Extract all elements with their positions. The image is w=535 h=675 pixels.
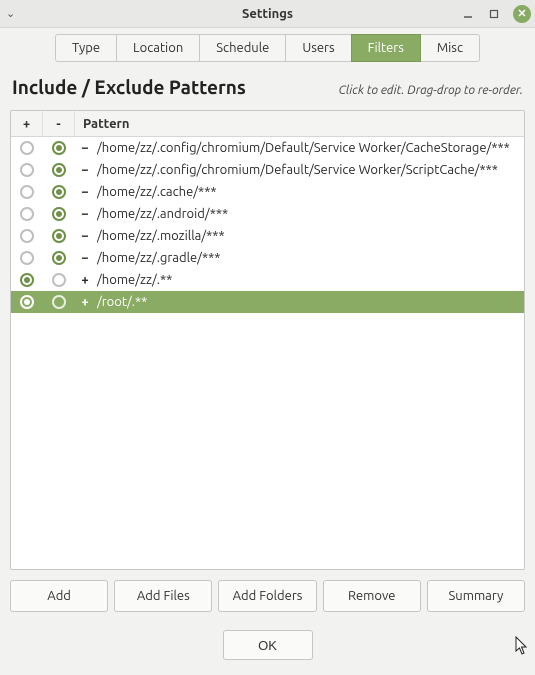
include-radio[interactable] — [20, 185, 34, 199]
pattern-sign: − — [79, 229, 91, 243]
remove-button[interactable]: Remove — [323, 580, 421, 612]
pattern-path: /home/zz/.mozilla/*** — [97, 229, 225, 243]
tab-misc[interactable]: Misc — [420, 34, 480, 62]
tab-type[interactable]: Type — [55, 34, 117, 62]
ok-button[interactable]: OK — [223, 630, 313, 660]
exclude-radio[interactable] — [52, 251, 66, 265]
column-header-exclude[interactable]: - — [43, 111, 75, 136]
hint-text: Click to edit. Drag-drop to re-order. — [338, 84, 523, 97]
include-radio[interactable] — [20, 207, 34, 221]
minimize-button[interactable] — [461, 7, 475, 21]
add-button[interactable]: Add — [10, 580, 108, 612]
include-radio[interactable] — [20, 295, 34, 309]
include-radio[interactable] — [20, 229, 34, 243]
include-radio[interactable] — [20, 251, 34, 265]
close-button[interactable]: ✕ — [513, 5, 531, 23]
pattern-path: /home/zz/.android/*** — [97, 207, 228, 221]
tab-users[interactable]: Users — [285, 34, 351, 62]
pattern-path: /home/zz/.** — [97, 273, 172, 287]
pattern-sign: − — [79, 141, 91, 155]
patterns-table: + - Pattern −/home/zz/.config/chromium/D… — [10, 110, 525, 570]
exclude-radio[interactable] — [52, 207, 66, 221]
add-files-button[interactable]: Add Files — [114, 580, 212, 612]
pattern-sign: + — [79, 295, 91, 309]
pattern-sign: − — [79, 163, 91, 177]
table-row[interactable]: −/home/zz/.gradle/*** — [11, 247, 524, 269]
table-row[interactable]: + /root/.** — [11, 291, 524, 313]
exclude-radio[interactable] — [52, 295, 66, 309]
add-folders-button[interactable]: Add Folders — [218, 580, 316, 612]
pattern-sign: − — [79, 251, 91, 265]
pattern-path: /home/zz/.gradle/*** — [97, 251, 221, 265]
tab-location[interactable]: Location — [116, 34, 200, 62]
page-title: Include / Exclude Patterns — [12, 76, 246, 98]
tab-filters[interactable]: Filters — [351, 34, 421, 62]
table-row[interactable]: −/home/zz/.config/chromium/Default/Servi… — [11, 159, 524, 181]
pattern-path: /home/zz/.config/chromium/Default/Servic… — [97, 163, 498, 177]
pattern-path: /root/.** — [97, 295, 147, 309]
column-header-pattern[interactable]: Pattern — [75, 111, 524, 136]
column-header-include[interactable]: + — [11, 111, 43, 136]
exclude-radio[interactable] — [52, 185, 66, 199]
pattern-path: /home/zz/.config/chromium/Default/Servic… — [97, 141, 510, 155]
exclude-radio[interactable] — [52, 229, 66, 243]
pattern-sign: − — [79, 207, 91, 221]
table-row[interactable]: −/home/zz/.mozilla/*** — [11, 225, 524, 247]
table-row[interactable]: −/home/zz/.config/chromium/Default/Servi… — [11, 137, 524, 159]
maximize-button[interactable] — [487, 7, 501, 21]
table-row[interactable]: + /home/zz/.** — [11, 269, 524, 291]
include-radio[interactable] — [20, 141, 34, 155]
include-radio[interactable] — [20, 273, 34, 287]
menu-chevron-icon[interactable]: ⌄ — [6, 7, 15, 20]
pattern-path: /home/zz/.cache/*** — [97, 185, 217, 199]
tab-schedule[interactable]: Schedule — [199, 34, 286, 62]
exclude-radio[interactable] — [52, 273, 66, 287]
table-row[interactable]: −/home/zz/.cache/*** — [11, 181, 524, 203]
pattern-sign: + — [79, 273, 91, 287]
exclude-radio[interactable] — [52, 141, 66, 155]
exclude-radio[interactable] — [52, 163, 66, 177]
window-title: Settings — [242, 7, 293, 21]
summary-button[interactable]: Summary — [427, 580, 525, 612]
include-radio[interactable] — [20, 163, 34, 177]
table-row[interactable]: −/home/zz/.android/*** — [11, 203, 524, 225]
pattern-sign: − — [79, 185, 91, 199]
